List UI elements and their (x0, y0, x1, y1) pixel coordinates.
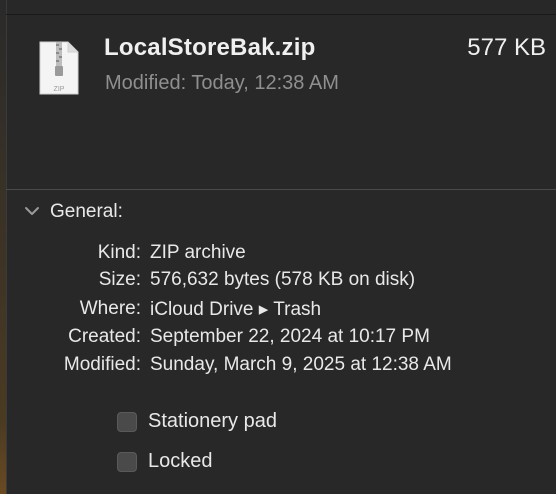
general-section-title[interactable]: General: (50, 201, 123, 223)
info-row-size: Size: 576,632 bytes (578 KB on disk) (0, 269, 556, 295)
locked-checkbox[interactable] (117, 452, 137, 472)
zip-file-icon: ZIP (39, 41, 79, 95)
title-separator (6, 14, 556, 15)
info-row-created: Created: September 22, 2024 at 10:17 PM (0, 326, 556, 352)
file-name: LocalStoreBak.zip (104, 34, 316, 61)
info-label: Kind: (97, 242, 141, 263)
info-value: September 22, 2024 at 10:17 PM (150, 326, 430, 347)
info-label: Modified: (63, 354, 141, 375)
section-divider (6, 189, 556, 190)
info-label: Where: (79, 298, 141, 319)
stationery-pad-label[interactable]: Stationery pad (148, 410, 277, 433)
file-size: 577 KB (467, 34, 546, 61)
info-label: Size: (98, 269, 141, 290)
info-value: Sunday, March 9, 2025 at 12:38 AM (150, 354, 452, 375)
info-value: iCloud Drive ▸ Trash (150, 299, 322, 320)
zip-icon-label: ZIP (54, 86, 65, 93)
info-label: Created: (68, 326, 141, 347)
info-row-modified: Modified: Sunday, March 9, 2025 at 12:38… (0, 354, 556, 380)
file-modified-summary: Modified: Today, 12:38 AM (105, 72, 339, 94)
stationery-pad-checkbox[interactable] (117, 412, 137, 432)
info-value: 576,632 bytes (578 KB on disk) (150, 269, 416, 290)
chevron-down-icon[interactable] (22, 201, 42, 221)
locked-label[interactable]: Locked (148, 450, 213, 473)
info-value: ZIP archive (150, 242, 246, 263)
info-row-kind: Kind: ZIP archive (0, 242, 556, 268)
info-row-where: Where: iCloud Drive ▸ Trash (0, 298, 556, 324)
